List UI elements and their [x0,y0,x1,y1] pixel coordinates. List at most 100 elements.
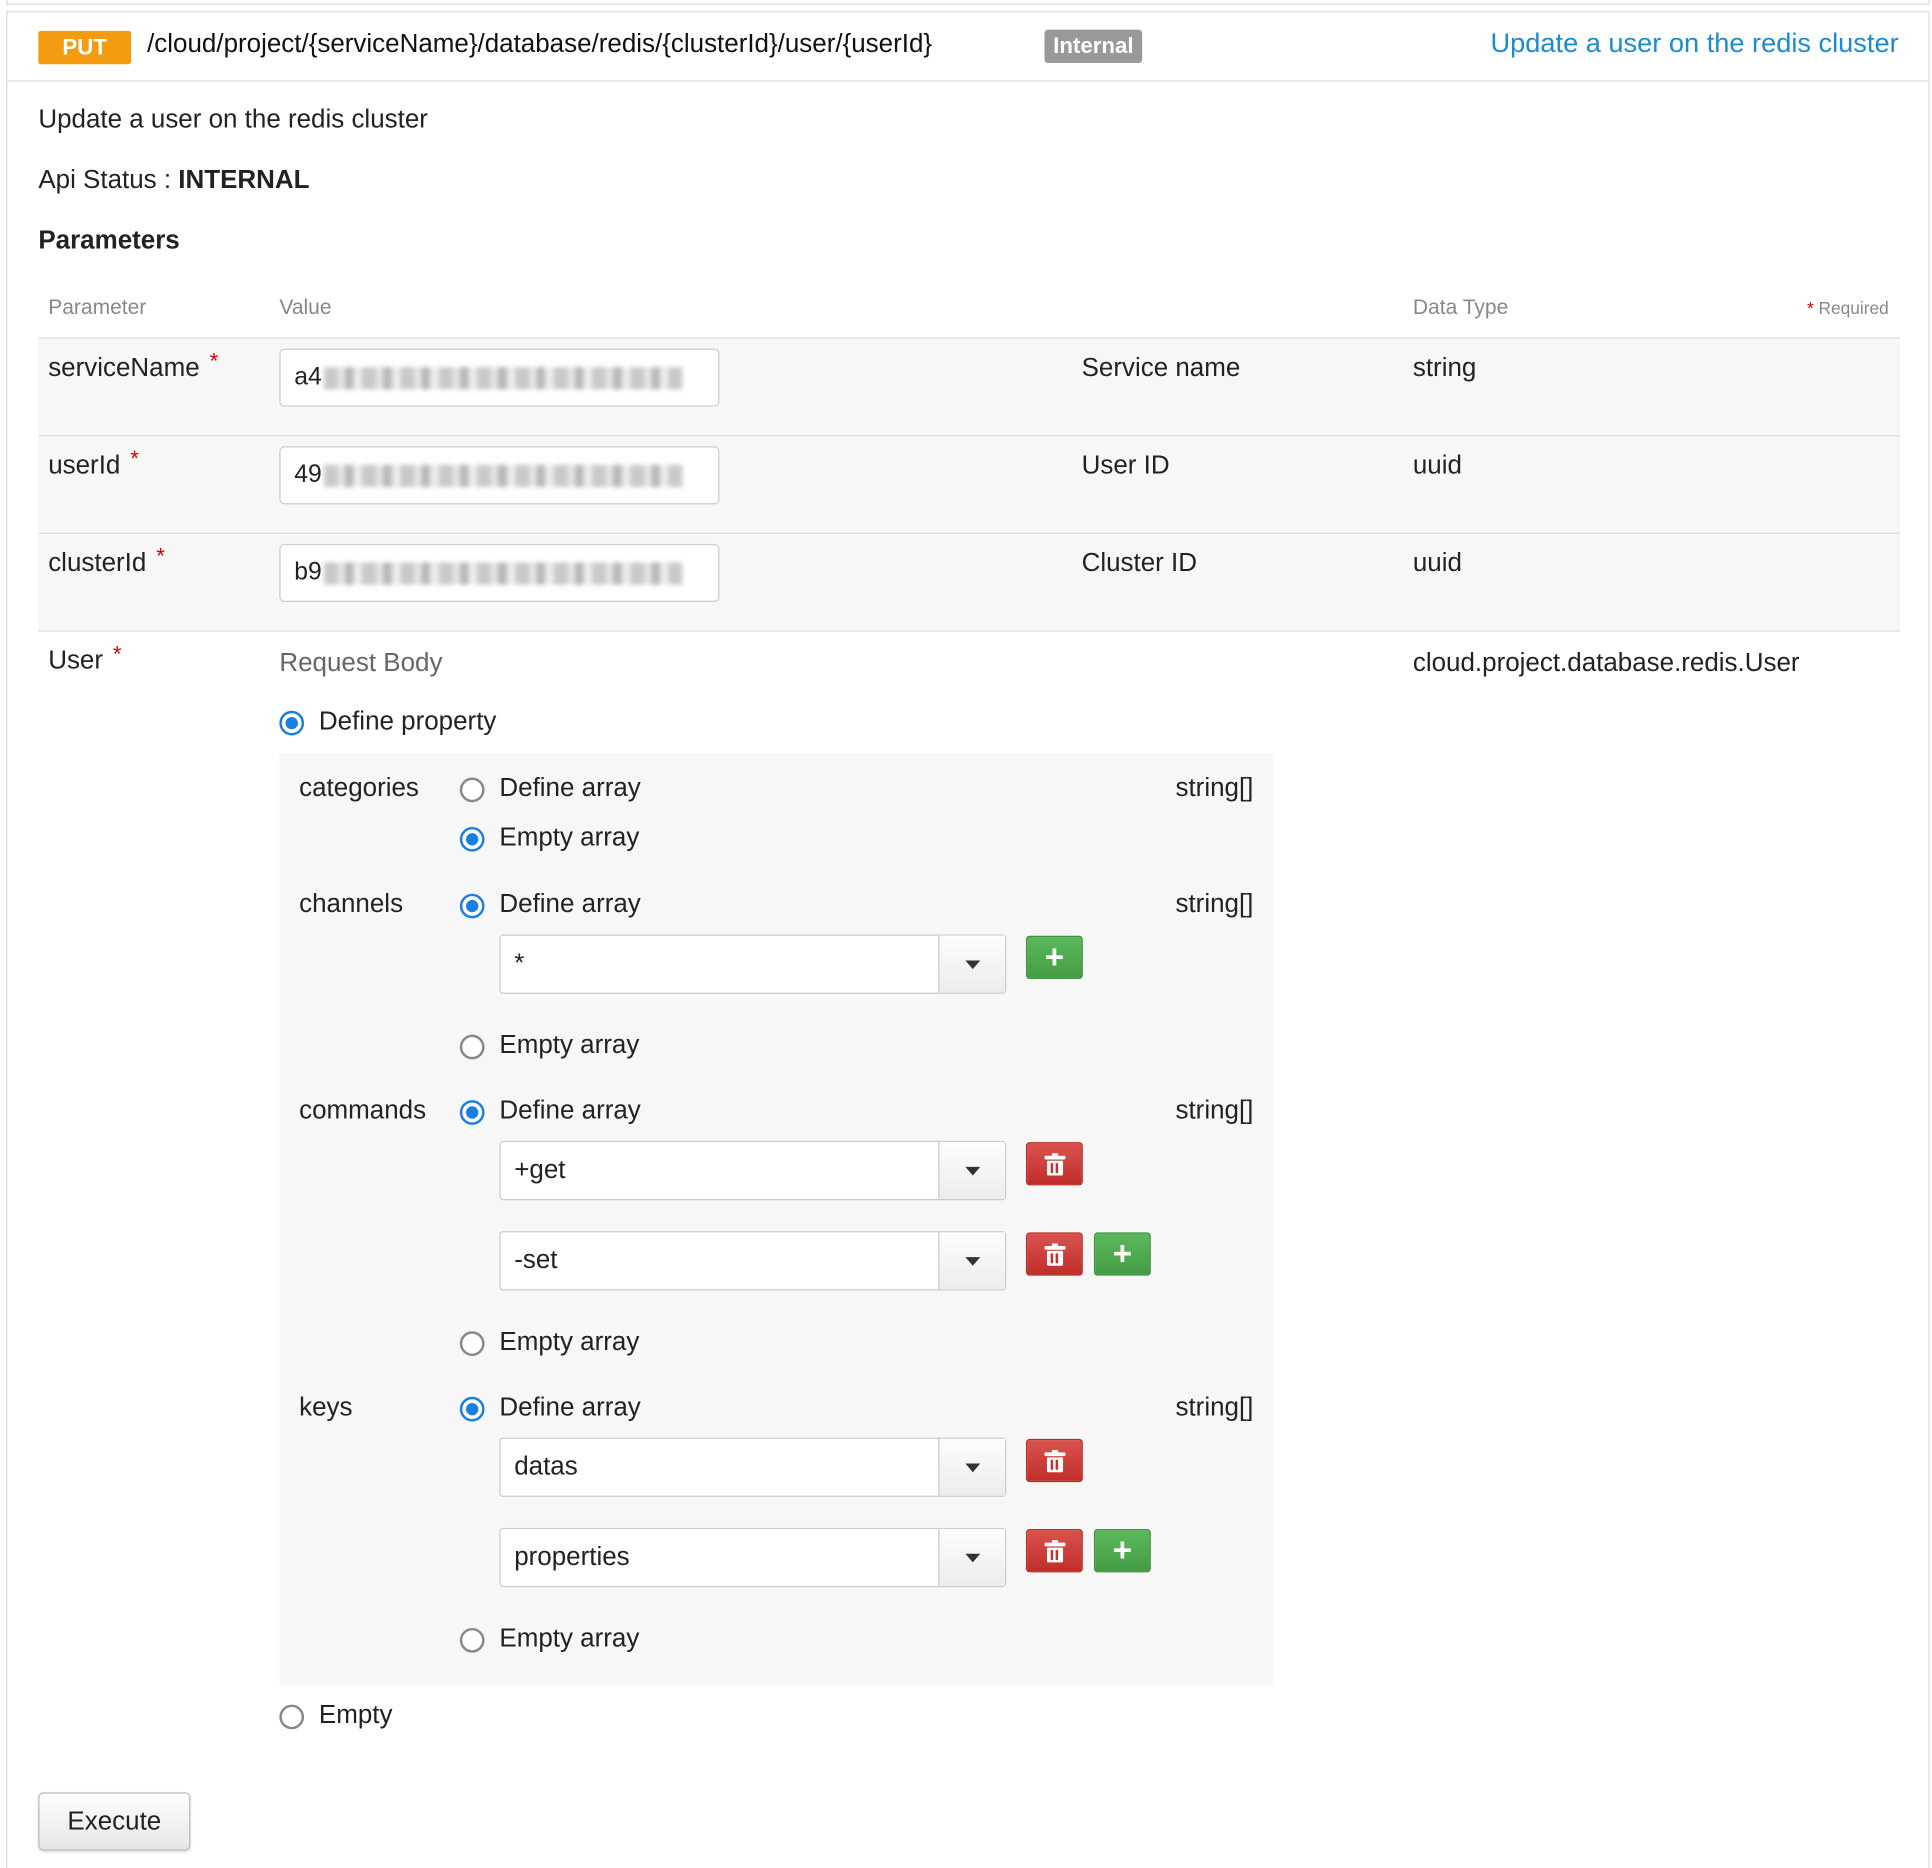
commands-item-combobox[interactable]: -set [499,1231,1007,1291]
channels-empty-array-label[interactable]: Empty array [499,1031,639,1061]
param-row-clusterId: clusterId * b9 Cluster ID uuid [38,532,1900,632]
param-type: uuid [1412,548,1462,578]
required-star: * [112,641,122,667]
keys-empty-array-radio[interactable] [459,1627,485,1653]
internal-badge: Internal [1044,29,1143,64]
define-property-label[interactable]: Define property [319,707,496,737]
commands-empty-array-radio[interactable] [459,1331,485,1357]
categories-define-array-label[interactable]: Define array [499,774,640,804]
operation-header[interactable]: PUT /cloud/project/{serviceName}/databas… [7,12,1929,82]
keys-empty-array-label[interactable]: Empty array [499,1624,639,1654]
property-name-channels: channels [299,889,404,919]
api-status: Api Status : INTERNAL [38,166,309,196]
property-type: string[] [1175,1393,1254,1422]
property-type: string[] [1175,889,1254,919]
delete-item-button[interactable] [1025,1529,1083,1573]
keys-define-array-radio[interactable] [459,1396,485,1422]
user-id-input[interactable]: 49 [279,446,720,505]
param-description: User ID [1081,451,1170,480]
method-badge: PUT [38,30,132,65]
endpoint-path: /cloud/project/{serviceName}/database/re… [147,29,933,59]
combobox-value: datas [514,1452,578,1481]
required-star: * [130,446,139,471]
input-value-prefix: b9 [294,558,322,586]
keys-item-combobox[interactable]: datas [499,1437,1007,1497]
required-legend-star: * [1806,297,1814,318]
keys-item-combobox[interactable]: properties [499,1527,1007,1588]
property-name-categories: categories [299,773,419,803]
chevron-down-icon[interactable] [938,1529,1005,1586]
body-param-name: User * [48,642,121,676]
chevron-down-icon[interactable] [938,1232,1005,1290]
column-header-parameter: Parameter [48,295,147,319]
column-header-value: Value [279,295,332,319]
redacted-value [324,366,683,390]
service-name-input[interactable]: a4 [279,348,720,407]
param-description: Cluster ID [1081,548,1197,578]
combobox-value: * [514,949,525,978]
operation-panel: PUT /cloud/project/{serviceName}/databas… [6,11,1930,1868]
parameters-heading: Parameters [38,226,180,255]
categories-define-array-radio[interactable] [459,777,485,803]
trash-icon [1044,1243,1066,1266]
trash-icon [1044,1540,1066,1563]
channels-define-array-radio[interactable] [459,893,485,919]
categories-empty-array-radio[interactable] [459,826,485,852]
add-item-button[interactable]: + [1093,1529,1151,1573]
delete-item-button[interactable] [1025,1232,1083,1276]
param-name: userId * [48,446,139,481]
body-param-type: cloud.project.database.redis.User [1412,648,1800,678]
define-property-radio[interactable] [279,710,305,736]
request-body-label: Request Body [279,648,443,678]
trash-icon [1044,1449,1066,1473]
property-type: string[] [1175,1096,1254,1125]
commands-item-combobox[interactable]: +get [499,1140,1007,1201]
property-name-commands: commands [299,1096,427,1125]
delete-item-button[interactable] [1025,1142,1083,1186]
categories-empty-array-label[interactable]: Empty array [499,823,639,853]
column-header-data-type: Data Type [1412,295,1509,319]
empty-body-radio[interactable] [279,1704,305,1730]
operation-description: Update a user on the redis cluster [38,105,428,134]
param-row-userId: userId * 49 User ID uuid [38,435,1900,534]
required-legend-label: Required [1818,297,1889,318]
execute-button[interactable]: Execute [38,1792,191,1851]
required-star: * [156,543,165,569]
empty-body-label[interactable]: Empty [319,1701,393,1731]
trash-icon [1044,1153,1066,1176]
commands-define-array-radio[interactable] [459,1100,485,1125]
combobox-value: properties [514,1542,630,1572]
param-name: serviceName * [48,349,218,384]
previous-panel-edge [6,0,1930,5]
add-item-button[interactable]: + [1025,935,1083,979]
operation-summary-link[interactable]: Update a user on the redis cluster [1491,27,1899,59]
keys-define-array-label[interactable]: Define array [499,1393,640,1423]
commands-empty-array-label[interactable]: Empty array [499,1328,639,1358]
param-description: Service name [1081,353,1241,382]
property-type: string[] [1175,773,1254,803]
channels-empty-array-radio[interactable] [459,1034,485,1060]
required-star: * [209,348,219,374]
param-name-label: userId [48,451,121,480]
redacted-value [324,464,683,487]
chevron-down-icon[interactable] [938,1438,1005,1496]
param-name: clusterId * [48,544,165,579]
body-param-label: User [48,646,104,675]
cluster-id-input[interactable]: b9 [279,543,720,602]
channels-define-array-label[interactable]: Define array [499,890,640,920]
add-item-button[interactable]: + [1093,1232,1151,1276]
chevron-down-icon[interactable] [938,935,1005,993]
chevron-down-icon[interactable] [938,1142,1005,1200]
api-status-label: Api Status : [38,165,179,195]
property-editor: categories string[] Define array Empty a… [279,752,1274,1685]
input-value-prefix: 49 [294,461,322,489]
param-type: string [1412,353,1477,382]
property-name-keys: keys [299,1393,353,1422]
param-name-label: clusterId [48,548,147,578]
combobox-value: +get [514,1155,566,1185]
param-type: uuid [1412,451,1462,480]
delete-item-button[interactable] [1025,1438,1083,1483]
commands-define-array-label[interactable]: Define array [499,1096,640,1126]
param-row-serviceName: serviceName * a4 Service name string [38,337,1900,437]
channels-item-combobox[interactable]: * [499,934,1007,994]
